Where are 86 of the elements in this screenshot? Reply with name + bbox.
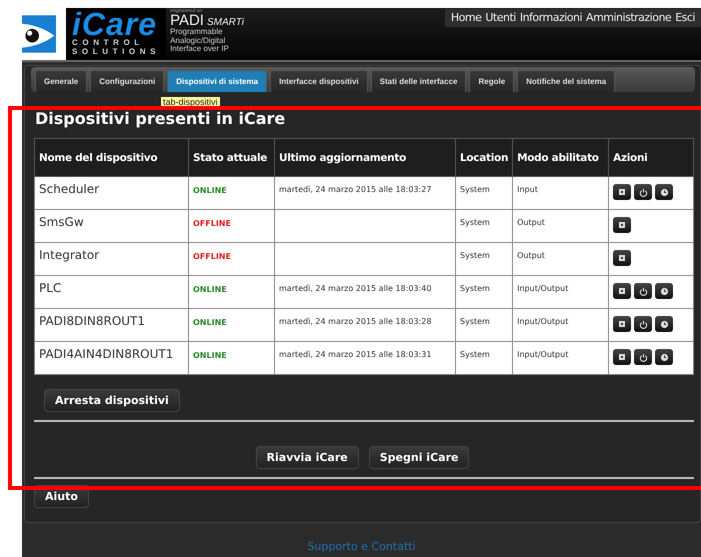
tab[interactable]: Regole xyxy=(469,70,514,92)
device-name-cell: PLC xyxy=(34,276,188,308)
updated-cell: martedì, 24 marzo 2015 alle 18:03:40 xyxy=(274,276,456,308)
logo-tagline: SOLUTIONS xyxy=(72,47,160,56)
logo-tagline: CONTROL xyxy=(72,38,145,47)
power-icon xyxy=(638,286,648,296)
column-header: Stato attuale xyxy=(188,138,274,176)
location-cell: System xyxy=(456,210,513,242)
location-cell: System xyxy=(456,276,513,308)
mode-cell: Input/Output xyxy=(512,308,609,342)
section-heading: Dispositivi presenti in iCare xyxy=(35,108,286,130)
stop-icon xyxy=(619,321,626,327)
column-header: Ultimo aggiornamento xyxy=(274,138,456,176)
mode-cell: Input/Output xyxy=(512,276,609,308)
column-header: Nome del dispositivo xyxy=(34,138,188,176)
stop-button[interactable] xyxy=(613,349,632,365)
column-header: Location xyxy=(456,138,513,176)
location-cell: System xyxy=(456,308,513,342)
mode-cell: Output xyxy=(512,210,609,242)
tab[interactable]: Notifiche del sistema xyxy=(517,70,616,92)
nav-link[interactable]: Amministrazione xyxy=(586,11,672,24)
location-cell: System xyxy=(456,242,513,276)
power-icon xyxy=(638,320,648,328)
product-description: Interface over IP xyxy=(170,45,230,54)
power-icon xyxy=(638,188,648,196)
nav-link[interactable]: Informazioni xyxy=(520,11,582,24)
stop-icon xyxy=(619,189,626,195)
product-description: Programmable xyxy=(170,28,224,36)
updated-cell: martedì, 24 marzo 2015 alle 18:03:28 xyxy=(274,308,456,342)
clock-icon xyxy=(660,286,669,296)
column-header: Modo abilitato xyxy=(512,138,609,176)
updated-cell: martedì, 24 marzo 2015 alle 18:03:31 xyxy=(274,342,456,374)
power-button[interactable] xyxy=(634,283,652,299)
column-header: Azioni xyxy=(608,138,694,176)
power-button[interactable] xyxy=(634,316,652,332)
stop-button[interactable] xyxy=(613,250,632,266)
device-name-cell: Integrator xyxy=(34,242,188,276)
stop-icon xyxy=(619,288,626,294)
product-subtitle: SMARTi xyxy=(206,17,244,28)
status-cell: OFFLINE xyxy=(188,242,274,276)
mode-cell: Input xyxy=(512,176,609,210)
product-name: PADI xyxy=(170,14,204,28)
stop-icon xyxy=(619,222,626,228)
device-name-cell: PADI8DIN8ROUT1 xyxy=(34,308,188,342)
clock-icon xyxy=(660,352,669,362)
stop-button[interactable] xyxy=(613,184,632,200)
clock-button[interactable] xyxy=(655,184,674,200)
stop-button[interactable] xyxy=(613,217,632,233)
clock-button[interactable] xyxy=(655,349,674,365)
device-name-cell: PADI4AIN4DIN8ROUT1 xyxy=(34,342,188,374)
status-cell: ONLINE xyxy=(188,308,274,342)
location-cell: System xyxy=(456,342,513,374)
device-name-cell: Scheduler xyxy=(34,176,188,210)
stop-devices-button[interactable]: Arresta dispositivi xyxy=(44,389,180,412)
restart-button[interactable]: Riavvia iCare xyxy=(256,446,359,469)
tab[interactable]: Dispositivi di sistema xyxy=(167,70,268,92)
location-cell: System xyxy=(456,176,513,210)
nav-link[interactable]: Esci xyxy=(675,11,695,24)
product-description: Analogic/Digital xyxy=(170,36,226,45)
status-cell: ONLINE xyxy=(188,176,274,210)
clock-button[interactable] xyxy=(655,316,674,332)
tab[interactable]: Stati delle interfacce xyxy=(370,70,466,92)
status-cell: ONLINE xyxy=(188,276,274,308)
status-cell: OFFLINE xyxy=(188,210,274,242)
mode-cell: Input/Output xyxy=(512,342,609,374)
clock-icon xyxy=(660,320,669,328)
tab[interactable]: Interfacce dispositivi xyxy=(270,70,368,92)
stop-icon xyxy=(619,255,626,261)
tab[interactable]: Configurazioni xyxy=(90,70,164,92)
device-name-cell: SmsGw xyxy=(34,210,188,242)
clock-icon xyxy=(660,188,669,196)
stop-icon xyxy=(619,354,626,360)
tab[interactable]: Generale xyxy=(35,70,88,92)
nav-link[interactable]: Utenti xyxy=(485,11,516,24)
mode-cell: Output xyxy=(512,242,609,276)
updated-cell: martedì, 24 marzo 2015 alle 18:03:27 xyxy=(274,176,456,210)
shutdown-button[interactable]: Spegni iCare xyxy=(368,446,470,469)
stop-button[interactable] xyxy=(613,283,632,299)
status-cell: ONLINE xyxy=(188,342,274,374)
stop-button[interactable] xyxy=(613,316,632,332)
logo-name: iCare xyxy=(72,10,158,38)
power-button[interactable] xyxy=(634,184,652,200)
clock-button[interactable] xyxy=(655,283,674,299)
power-button[interactable] xyxy=(634,349,652,365)
power-icon xyxy=(638,352,648,362)
nav-link[interactable]: Home xyxy=(450,11,482,24)
